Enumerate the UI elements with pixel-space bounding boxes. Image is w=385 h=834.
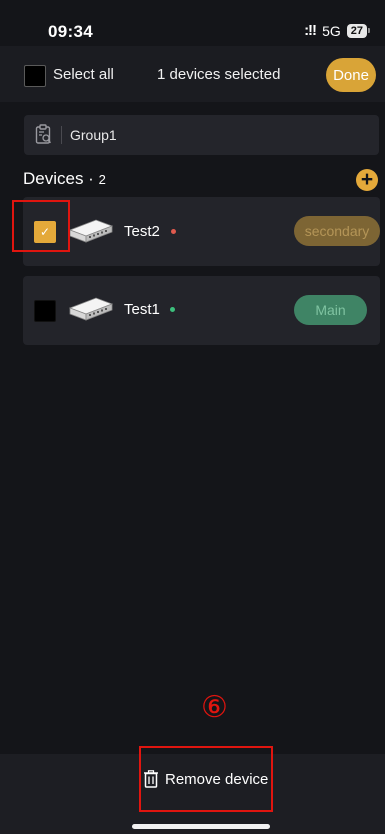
network-label: 5G — [322, 22, 341, 39]
signal-icon: :!! — [304, 22, 317, 39]
add-device-button[interactable]: + — [356, 169, 378, 191]
role-badge-secondary: secondary — [294, 216, 380, 246]
home-indicator[interactable] — [132, 824, 270, 829]
group-name-value[interactable]: Group1 — [70, 127, 117, 143]
devices-heading: Devices · 2 — [23, 169, 106, 189]
status-dot-online — [170, 307, 175, 312]
device-checkbox-unchecked[interactable] — [34, 300, 56, 322]
devices-title: Devices · — [23, 169, 99, 188]
done-button[interactable]: Done — [326, 58, 376, 92]
network-switch-icon — [68, 297, 114, 321]
select-all-checkbox[interactable] — [24, 65, 46, 87]
battery-icon: 27 — [346, 23, 371, 38]
network-switch-icon — [68, 219, 114, 243]
status-dot-offline — [171, 229, 176, 234]
devices-count: 2 — [98, 172, 106, 187]
status-time: 09:34 — [48, 22, 93, 41]
highlight-box-checkbox — [12, 200, 70, 252]
device-name-test2: Test2 — [124, 223, 160, 240]
device-name-test1: Test1 — [124, 301, 160, 318]
group-field-divider — [61, 126, 62, 144]
status-indicators: :!! 5G 27 — [304, 22, 371, 39]
selected-count-text: 1 devices selected — [157, 66, 281, 83]
highlight-box-remove — [139, 746, 273, 812]
select-all-label[interactable]: Select all — [53, 66, 114, 83]
role-badge-main: Main — [294, 295, 367, 325]
step-number-marker: ⑥ — [201, 690, 228, 725]
group-clipboard-icon — [35, 124, 51, 144]
